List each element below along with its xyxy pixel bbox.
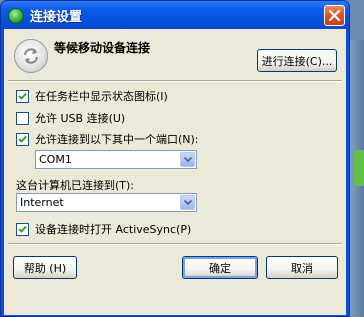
allow-usb-label: 允许 USB 连接(U) bbox=[35, 112, 126, 125]
close-icon bbox=[329, 10, 340, 21]
connection-type-dropdown-button[interactable] bbox=[180, 195, 195, 210]
show-tray-icon-option[interactable]: 在任务栏中显示状态图标(I) bbox=[16, 88, 168, 104]
chevron-down-icon bbox=[184, 157, 192, 162]
divider bbox=[8, 80, 342, 82]
divider bbox=[8, 243, 342, 245]
window-title: 连接设置 bbox=[30, 10, 83, 25]
help-button[interactable]: 帮助 (H) bbox=[13, 256, 77, 279]
connection-type-select[interactable]: Internet bbox=[16, 193, 197, 212]
chevron-down-icon bbox=[184, 200, 192, 205]
sync-status-icon bbox=[14, 39, 48, 73]
connection-settings-dialog: 连接设置 等候移动设备连接 进行连接(C)... 在任务栏中显示状态图标(I) bbox=[0, 0, 350, 317]
allow-port-option[interactable]: 允许连接到以下其中一个端口(N): bbox=[16, 131, 199, 147]
ok-button[interactable]: 确定 bbox=[182, 256, 258, 279]
allow-port-checkbox[interactable] bbox=[16, 132, 29, 146]
connect-button[interactable]: 进行连接(C)... bbox=[257, 49, 337, 72]
computer-connected-label: 这台计算机已连接到(T): bbox=[16, 179, 135, 192]
activesync-app-icon bbox=[8, 8, 24, 24]
allow-usb-checkbox[interactable] bbox=[16, 111, 29, 125]
show-tray-icon-label: 在任务栏中显示状态图标(I) bbox=[35, 90, 168, 103]
open-activesync-option[interactable]: 设备连接时打开 ActiveSync(P) bbox=[16, 221, 191, 237]
desktop-background-accent bbox=[354, 150, 364, 186]
checkmark-icon bbox=[18, 92, 27, 100]
title-bar[interactable]: 连接设置 bbox=[1, 1, 349, 29]
open-activesync-label: 设备连接时打开 ActiveSync(P) bbox=[35, 223, 192, 236]
close-button[interactable] bbox=[324, 5, 345, 26]
connection-status-heading: 等候移动设备连接 bbox=[54, 41, 151, 55]
checkmark-icon bbox=[18, 225, 27, 233]
allow-port-label: 允许连接到以下其中一个端口(N): bbox=[35, 133, 199, 146]
allow-usb-option[interactable]: 允许 USB 连接(U) bbox=[16, 110, 125, 126]
cancel-button[interactable]: 取消 bbox=[266, 256, 338, 279]
show-tray-icon-checkbox[interactable] bbox=[16, 89, 29, 103]
checkmark-icon bbox=[18, 135, 27, 143]
port-select[interactable]: COM1 bbox=[35, 150, 197, 169]
connection-type-value: Internet bbox=[20, 196, 64, 209]
open-activesync-checkbox[interactable] bbox=[16, 222, 29, 236]
port-select-value: COM1 bbox=[39, 153, 72, 166]
port-dropdown-button[interactable] bbox=[180, 152, 195, 167]
dialog-body: 等候移动设备连接 进行连接(C)... 在任务栏中显示状态图标(I) 允许 US… bbox=[4, 29, 346, 315]
